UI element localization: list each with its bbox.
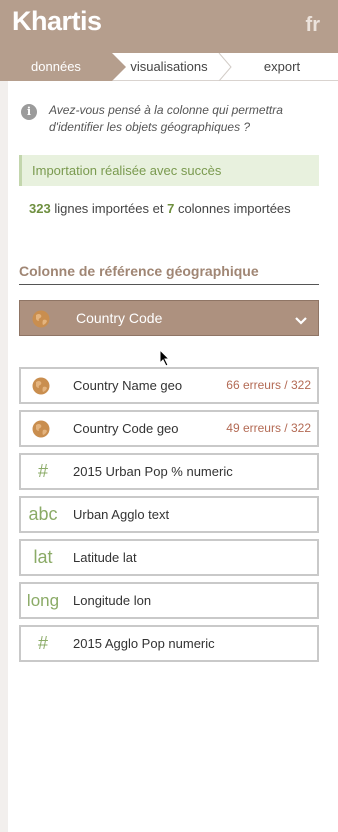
- column-errors: 66 erreurs / 322: [226, 378, 311, 392]
- divider: [65, 402, 193, 404]
- page-edge: [0, 0, 8, 832]
- latitude-type-icon: lat: [33, 547, 53, 567]
- tab-export[interactable]: export: [226, 53, 338, 81]
- column-item-country-name[interactable]: Country Name geo 66 erreurs / 322: [19, 367, 319, 404]
- column-errors: 49 erreurs / 322: [226, 421, 311, 435]
- column-item-urban-pop[interactable]: # 2015 Urban Pop % numeric: [19, 453, 319, 490]
- columns-label: colonnes importées: [177, 201, 291, 216]
- step-tabs: données visualisations export: [0, 53, 338, 81]
- columns-count: 7: [167, 201, 175, 216]
- app-logo[interactable]: Khartis: [12, 6, 102, 37]
- column-name: 2015 Urban Pop % numeric: [73, 464, 233, 479]
- import-success-message: Importation réalisée avec succès: [19, 155, 319, 186]
- tab-donnees-label: données: [31, 59, 81, 74]
- text-type-icon: abc: [28, 504, 58, 524]
- numeric-type-icon: #: [37, 461, 48, 481]
- column-name: 2015 Agglo Pop numeric: [73, 636, 215, 651]
- geo-ref-selected: Country Code: [76, 310, 163, 326]
- globe-icon: [32, 420, 50, 443]
- tab-visualisations-label: visualisations: [130, 59, 208, 74]
- column-item-latitude[interactable]: lat Latitude lat: [19, 539, 319, 576]
- lines-count: 323: [29, 201, 51, 216]
- column-name: Country Code geo: [73, 421, 179, 436]
- geo-ref-title: Colonne de référence géographique: [19, 263, 319, 285]
- column-item-agglo-pop[interactable]: # 2015 Agglo Pop numeric: [19, 625, 319, 662]
- column-item-country-code[interactable]: Country Code geo 49 erreurs / 322: [19, 410, 319, 447]
- tip-text: Avez-vous pensé à la colonne qui permett…: [49, 103, 283, 134]
- column-name: Latitude lat: [73, 550, 137, 565]
- app-header: Khartis fr: [0, 0, 338, 53]
- numeric-type-icon: #: [37, 633, 48, 653]
- column-name: Urban Agglo text: [73, 507, 170, 522]
- column-name: Country Name geo: [73, 378, 183, 393]
- tab-visualisations[interactable]: visualisations: [112, 53, 226, 81]
- language-switch[interactable]: fr: [306, 14, 320, 37]
- column-item-urban-agglo[interactable]: abc Urban Agglo text: [19, 496, 319, 533]
- column-name: Longitude lon: [73, 593, 152, 608]
- chevron-down-icon: [294, 313, 308, 331]
- tab-donnees[interactable]: données: [0, 53, 126, 81]
- geo-ref-select[interactable]: Country Code: [19, 300, 319, 336]
- globe-icon: [32, 377, 50, 400]
- column-item-longitude[interactable]: long Longitude lon: [19, 582, 319, 619]
- globe-icon: [32, 310, 50, 333]
- info-icon: i: [21, 104, 37, 120]
- longitude-type-icon: long: [26, 591, 60, 610]
- import-counts: 323 lignes importées et 7 colonnes impor…: [29, 201, 291, 216]
- lines-label: lignes importées et: [54, 201, 164, 216]
- tab-export-label: export: [263, 59, 301, 74]
